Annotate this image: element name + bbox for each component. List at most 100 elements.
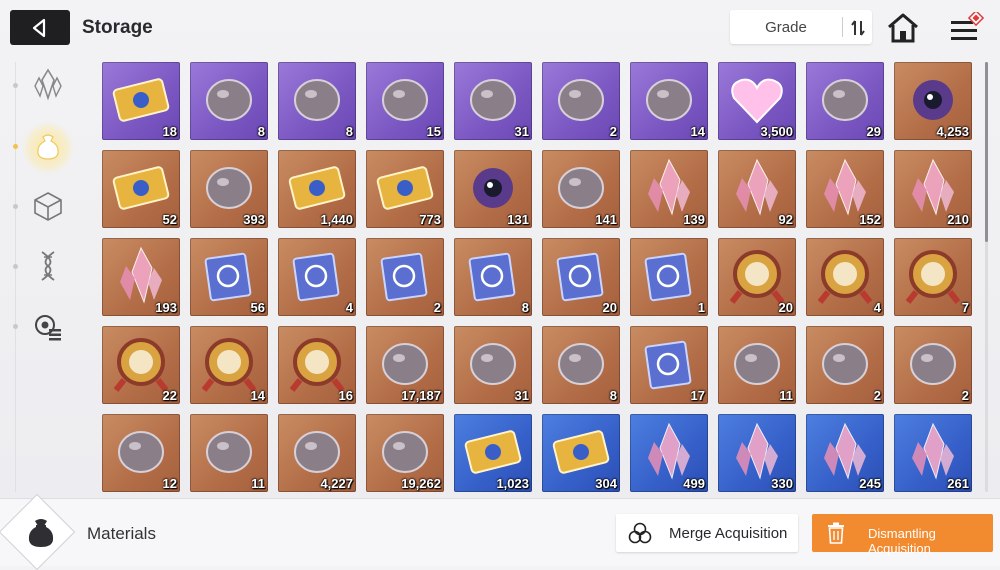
inventory-item[interactable]: 16 xyxy=(278,326,356,404)
inventory-item[interactable]: 4 xyxy=(806,238,884,316)
inventory-item[interactable]: 4 xyxy=(278,238,356,316)
item-count: 12 xyxy=(162,476,177,491)
back-button[interactable] xyxy=(10,10,70,45)
inventory-item[interactable]: 261 xyxy=(894,414,972,492)
inventory-item[interactable]: 393 xyxy=(190,150,268,228)
inventory-item[interactable]: 304 xyxy=(542,414,620,492)
pouch-icon xyxy=(37,134,59,160)
inventory-item[interactable]: 245 xyxy=(806,414,884,492)
crystal-icon xyxy=(34,68,62,101)
inventory-item[interactable]: 131 xyxy=(454,150,532,228)
item-count: 17 xyxy=(690,388,705,403)
inventory-item[interactable]: 4,227 xyxy=(278,414,356,492)
inventory-item[interactable]: 19,262 xyxy=(366,414,444,492)
item-count: 56 xyxy=(250,300,265,315)
inventory-item[interactable]: 11 xyxy=(190,414,268,492)
menu-icon[interactable] xyxy=(947,12,987,44)
inventory-item[interactable]: 92 xyxy=(718,150,796,228)
inventory-item[interactable]: 2 xyxy=(366,238,444,316)
inventory-item[interactable]: 8 xyxy=(454,238,532,316)
medal-icon xyxy=(817,250,873,304)
grid-scrollbar[interactable] xyxy=(985,62,988,492)
inventory-item[interactable]: 141 xyxy=(542,150,620,228)
merge-icon xyxy=(628,522,652,544)
item-count: 19,262 xyxy=(401,476,441,491)
inventory-item[interactable]: 773 xyxy=(366,150,444,228)
inventory-item[interactable]: 12 xyxy=(102,414,180,492)
inventory-item[interactable]: 8 xyxy=(278,62,356,140)
inventory-item[interactable]: 17 xyxy=(630,326,708,404)
item-count: 31 xyxy=(514,124,529,139)
inventory-item[interactable]: 1 xyxy=(630,238,708,316)
cards-icon xyxy=(822,343,868,385)
inventory-item[interactable]: 31 xyxy=(454,326,532,404)
sidebar-item-cube[interactable] xyxy=(26,184,70,228)
item-count: 52 xyxy=(162,212,177,227)
letter-icon xyxy=(910,343,956,385)
item-count: 8 xyxy=(521,300,529,315)
home-icon[interactable] xyxy=(886,12,920,44)
item-count: 499 xyxy=(683,476,705,491)
sort-order-icon[interactable] xyxy=(848,18,868,38)
item-count: 393 xyxy=(243,212,265,227)
item-count: 2 xyxy=(961,388,969,403)
sort-label: Grade xyxy=(765,19,807,36)
inventory-item[interactable]: 139 xyxy=(630,150,708,228)
item-count: 16 xyxy=(338,388,353,403)
inventory-item[interactable]: 14 xyxy=(190,326,268,404)
inventory-item[interactable]: 20 xyxy=(542,238,620,316)
sidebar-item-dna[interactable] xyxy=(26,244,70,288)
inventory-item[interactable]: 2 xyxy=(806,326,884,404)
inventory-item[interactable]: 31 xyxy=(454,62,532,140)
item-count: 29 xyxy=(866,124,881,139)
inventory-item[interactable]: 15 xyxy=(366,62,444,140)
inventory-item[interactable]: 17,187 xyxy=(366,326,444,404)
inventory-item[interactable]: 8 xyxy=(542,326,620,404)
item-count: 4,227 xyxy=(320,476,353,491)
inventory-item[interactable]: 20 xyxy=(718,238,796,316)
item-count: 304 xyxy=(595,476,617,491)
inventory-item[interactable]: 499 xyxy=(630,414,708,492)
stone-face-icon xyxy=(558,79,604,121)
trash-icon xyxy=(828,522,844,544)
inventory-item[interactable]: 11 xyxy=(718,326,796,404)
inventory-item[interactable]: 1,023 xyxy=(454,414,532,492)
book-icon xyxy=(380,252,428,302)
inventory-item[interactable]: 330 xyxy=(718,414,796,492)
inventory-item[interactable]: 56 xyxy=(190,238,268,316)
inventory-item[interactable]: 3,500 xyxy=(718,62,796,140)
inventory-item[interactable]: 52 xyxy=(102,150,180,228)
inventory-item[interactable]: 14 xyxy=(630,62,708,140)
sidebar-item-gear[interactable] xyxy=(26,304,70,348)
sidebar-item-crystal[interactable] xyxy=(26,62,70,106)
item-count: 4 xyxy=(345,300,353,315)
sort-dropdown[interactable]: Grade xyxy=(730,10,872,44)
sort-divider xyxy=(842,17,843,37)
dismantling-acquisition-button[interactable]: Dismantling Acquisition xyxy=(812,514,993,556)
inventory-item[interactable]: 22 xyxy=(102,326,180,404)
inventory-item[interactable]: 4,253 xyxy=(894,62,972,140)
item-count: 8 xyxy=(609,388,617,403)
inventory-item[interactable]: 29 xyxy=(806,62,884,140)
inventory-item[interactable]: 1,440 xyxy=(278,150,356,228)
inventory-item[interactable]: 2 xyxy=(894,326,972,404)
inventory-item[interactable]: 8 xyxy=(190,62,268,140)
scrollbar-thumb[interactable] xyxy=(985,62,988,242)
inventory-item[interactable]: 2 xyxy=(542,62,620,140)
inventory-item[interactable]: 18 xyxy=(102,62,180,140)
medal-icon xyxy=(905,250,961,304)
inventory-item[interactable]: 152 xyxy=(806,150,884,228)
merge-acquisition-button[interactable]: Merge Acquisition xyxy=(616,514,798,552)
item-count: 20 xyxy=(778,300,793,315)
item-count: 1,440 xyxy=(320,212,353,227)
sidebar-item-materials[interactable] xyxy=(26,124,70,168)
item-count: 141 xyxy=(595,212,617,227)
inventory-item[interactable]: 210 xyxy=(894,150,972,228)
inventory-item[interactable]: 7 xyxy=(894,238,972,316)
gear-list-icon xyxy=(35,315,61,341)
item-count: 131 xyxy=(507,212,529,227)
inventory-item[interactable]: 193 xyxy=(102,238,180,316)
item-count: 15 xyxy=(426,124,441,139)
merge-label: Merge Acquisition xyxy=(669,525,788,542)
item-count: 7 xyxy=(961,300,969,315)
